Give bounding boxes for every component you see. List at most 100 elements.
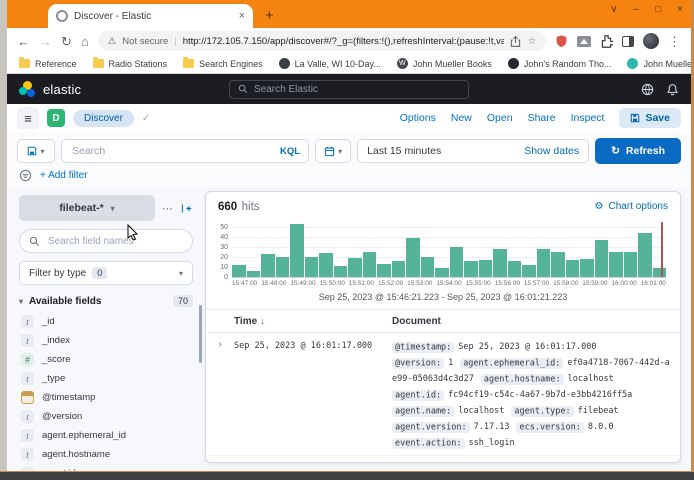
histogram-bar[interactable] xyxy=(334,266,348,277)
close-button[interactable]: × xyxy=(677,4,683,15)
histogram-bar[interactable] xyxy=(290,224,304,277)
histogram-bar[interactable] xyxy=(450,247,464,277)
available-fields-header[interactable]: ▾ Available fields 70 xyxy=(19,295,193,307)
bookmark-item[interactable]: WJohn Mueller Books xyxy=(397,58,492,69)
field-list-scrollbar[interactable] xyxy=(199,305,202,363)
histogram-bar[interactable] xyxy=(508,261,522,277)
browser-tab[interactable]: Discover - Elastic × xyxy=(48,4,253,28)
table-row[interactable]: ›Sep 25, 2023 @ 16:01:17.000@timestamp:S… xyxy=(206,456,680,462)
histogram-bar[interactable] xyxy=(464,261,478,277)
chart-options-button[interactable]: ⚙ Chart options xyxy=(595,201,668,212)
bookmark-item[interactable]: John's Random Tho... xyxy=(508,58,612,69)
chrome-menu-icon[interactable]: ⋮ xyxy=(668,35,681,48)
field-item[interactable]: tagent.hostname xyxy=(19,445,193,464)
bookmark-item[interactable]: John Mueller Books... xyxy=(627,58,691,69)
kql-badge[interactable]: KQL xyxy=(280,146,300,157)
field-search-input[interactable] xyxy=(46,235,183,248)
show-dates-link[interactable]: Show dates xyxy=(524,145,579,157)
forward-icon[interactable]: → xyxy=(39,35,52,48)
reload-icon[interactable]: ↻ xyxy=(61,35,72,48)
field-item[interactable]: t_id xyxy=(19,312,193,331)
back-icon[interactable]: ← xyxy=(17,35,30,48)
histogram-bar[interactable] xyxy=(363,252,377,277)
histogram-bar[interactable] xyxy=(421,257,435,277)
field-item[interactable]: t_index xyxy=(19,331,193,350)
tab-close-icon[interactable]: × xyxy=(239,10,245,22)
bookmark-item[interactable]: Radio Stations xyxy=(93,59,168,69)
field-item[interactable]: #_score xyxy=(19,350,193,369)
profile-avatar[interactable] xyxy=(643,33,659,49)
histogram-bars[interactable] xyxy=(232,222,666,278)
search-input[interactable] xyxy=(70,144,274,158)
histogram-bar[interactable] xyxy=(406,238,420,277)
adblock-extension-icon[interactable] xyxy=(555,34,568,48)
space-avatar[interactable]: D xyxy=(47,109,65,127)
field-item[interactable]: tagent.id xyxy=(19,464,193,471)
histogram-bar[interactable] xyxy=(653,268,667,277)
histogram-bar[interactable] xyxy=(566,260,580,277)
histogram-bar[interactable] xyxy=(595,240,609,277)
field-search-box[interactable] xyxy=(19,229,193,253)
histogram-bar[interactable] xyxy=(537,249,551,277)
time-range-label[interactable]: Last 15 minutes xyxy=(367,145,441,157)
add-filter-link[interactable]: + Add filter xyxy=(40,170,88,181)
home-icon[interactable]: ⌂ xyxy=(81,35,89,48)
expand-row-icon[interactable]: › xyxy=(206,339,234,451)
saved-query-button[interactable]: ▾ xyxy=(17,139,55,163)
time-range-control[interactable]: Last 15 minutes Show dates xyxy=(357,139,589,163)
field-item[interactable]: t_type xyxy=(19,369,193,388)
toolbar-menu-share[interactable]: Share xyxy=(528,112,556,124)
histogram-bar[interactable] xyxy=(276,257,290,277)
field-item[interactable]: t@version xyxy=(19,407,193,426)
histogram-bar[interactable] xyxy=(348,258,362,277)
refresh-button[interactable]: ↻ Refresh xyxy=(595,138,681,164)
bookmark-star-icon[interactable]: ☆ xyxy=(527,36,536,47)
global-search[interactable]: Search Elastic xyxy=(229,80,469,99)
toolbar-menu-inspect[interactable]: Inspect xyxy=(571,112,605,124)
toolbar-menu-options[interactable]: Options xyxy=(400,112,436,124)
histogram-bar[interactable] xyxy=(624,252,638,277)
histogram-bar[interactable] xyxy=(377,264,391,277)
tab-search-icon[interactable]: ∨ xyxy=(610,4,617,15)
cloud-help-icon[interactable] xyxy=(641,83,654,96)
address-bar[interactable]: ⚠ Not secure | http://172.105.7.150/app/… xyxy=(98,31,546,51)
toolbar-menu-open[interactable]: Open xyxy=(487,112,513,124)
screenshot-extension-icon[interactable] xyxy=(577,36,591,47)
share-icon[interactable] xyxy=(510,36,521,47)
extensions-puzzle-icon[interactable] xyxy=(600,35,613,48)
histogram-bar[interactable] xyxy=(261,254,275,277)
index-pattern-select[interactable]: filebeat-* ▾ xyxy=(19,195,155,221)
histogram-bar[interactable] xyxy=(638,233,652,277)
maximize-button[interactable]: □ xyxy=(655,4,661,15)
histogram-bar[interactable] xyxy=(232,265,246,277)
elastic-logo-icon[interactable] xyxy=(19,81,36,98)
histogram-bar[interactable] xyxy=(319,253,333,277)
minimize-button[interactable]: – xyxy=(634,4,640,15)
save-button[interactable]: Save xyxy=(619,108,681,128)
new-tab-button[interactable]: + xyxy=(265,8,274,23)
histogram-bar[interactable] xyxy=(493,249,507,277)
sort-descending-icon[interactable]: ↓ xyxy=(260,316,265,326)
histogram-bar[interactable] xyxy=(247,271,261,277)
table-row[interactable]: ›Sep 25, 2023 @ 16:01:17.000@timestamp:S… xyxy=(206,333,680,456)
histogram-bar[interactable] xyxy=(479,260,493,277)
histogram-bar[interactable] xyxy=(305,257,319,277)
filter-settings-icon[interactable] xyxy=(19,169,32,182)
histogram-bar[interactable] xyxy=(609,252,623,277)
histogram-bar[interactable] xyxy=(522,265,536,277)
toolbar-menu-new[interactable]: New xyxy=(451,112,472,124)
histogram-bar[interactable] xyxy=(580,259,594,277)
index-options-icon[interactable]: ⋯ xyxy=(162,202,173,215)
date-picker-button[interactable]: ▾ xyxy=(315,139,351,163)
bookmark-item[interactable]: La Valle, WI 10-Day... xyxy=(279,58,381,69)
filter-by-type-select[interactable]: Filter by type 0 ▾ xyxy=(19,261,193,285)
collapse-sidebar-icon[interactable] xyxy=(180,203,193,214)
histogram-bar[interactable] xyxy=(392,261,406,277)
side-panel-icon[interactable] xyxy=(622,36,634,47)
histogram-bar[interactable] xyxy=(435,268,449,277)
bookmark-item[interactable]: Search Engines xyxy=(183,59,263,69)
breadcrumb[interactable]: Discover xyxy=(73,110,134,127)
bookmark-item[interactable]: Reference xyxy=(19,59,77,69)
query-input-box[interactable]: KQL xyxy=(61,139,309,163)
histogram-bar[interactable] xyxy=(551,252,565,277)
